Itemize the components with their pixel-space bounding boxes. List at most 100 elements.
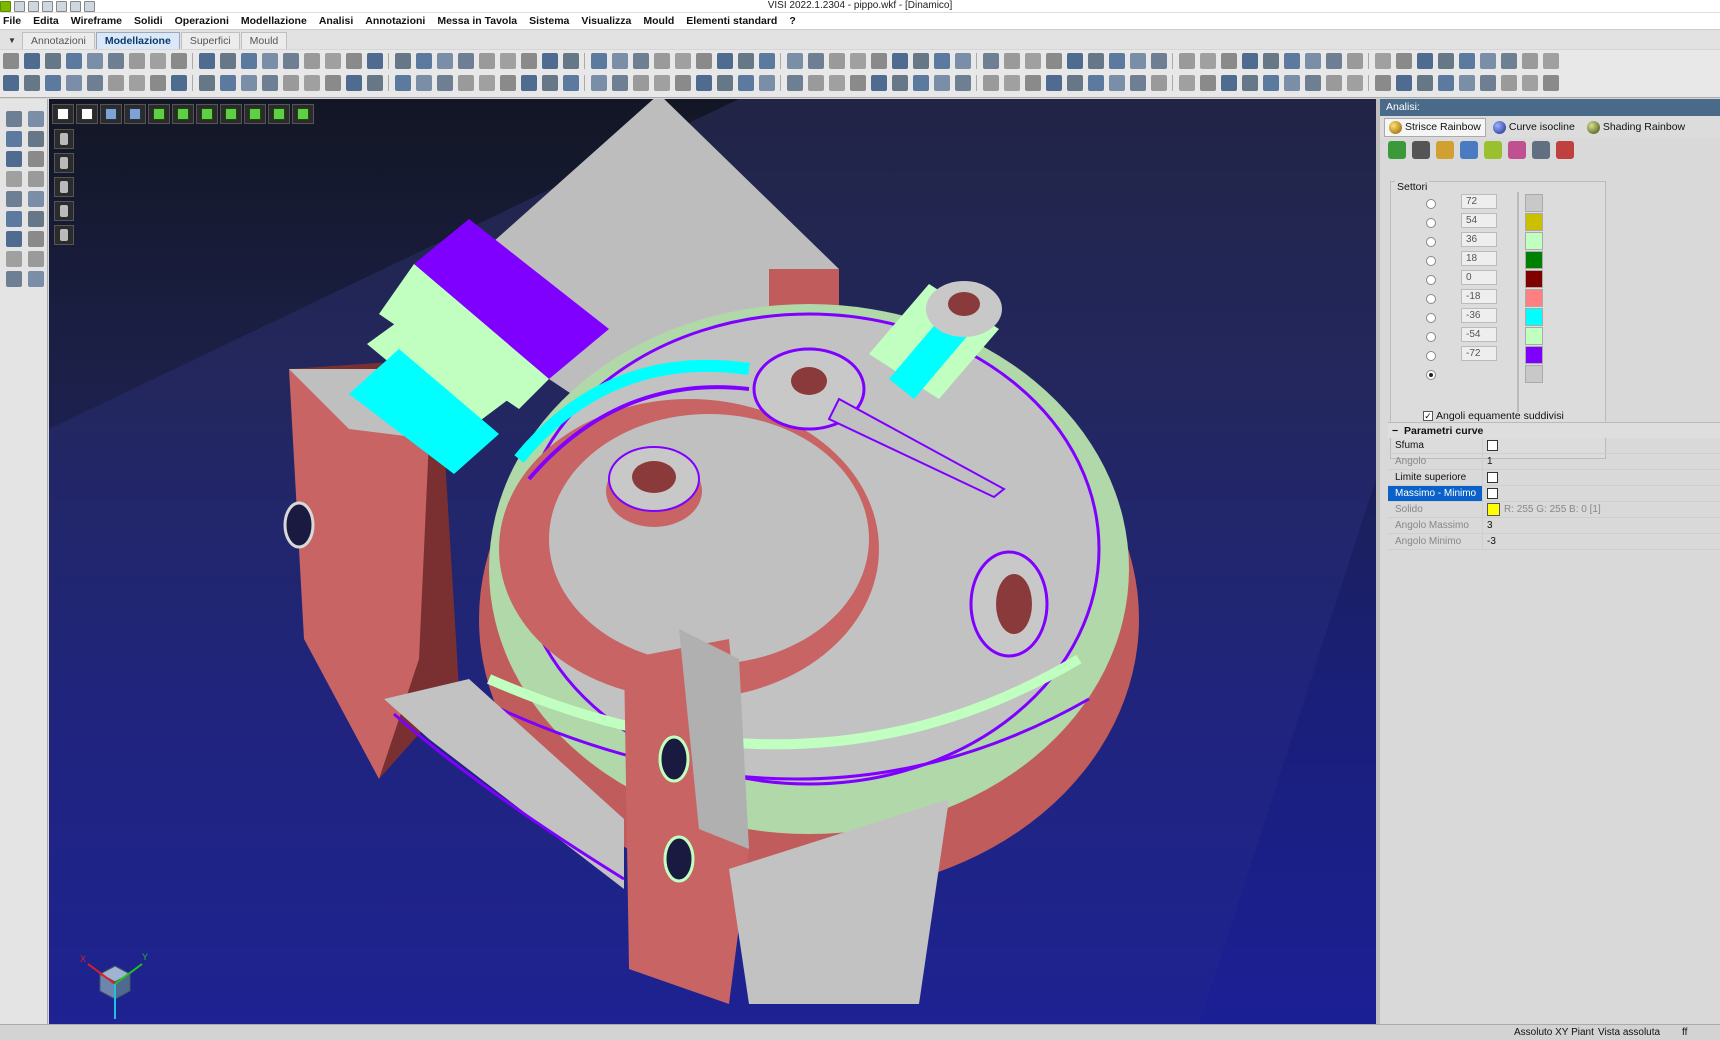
toolbar-tool-icon[interactable] — [66, 53, 82, 69]
tab-superfici[interactable]: Superfici — [180, 32, 240, 49]
sector-angle-field[interactable]: 18 — [1461, 251, 1497, 266]
toolbar-tool-icon[interactable] — [654, 53, 670, 69]
toolbar-tool-icon[interactable] — [955, 75, 971, 91]
sector-radio[interactable] — [1426, 275, 1436, 285]
toolbar-tool-icon[interactable] — [1438, 75, 1454, 91]
toolbar-tool-icon[interactable] — [1522, 75, 1538, 91]
toolbar-tool-icon[interactable] — [612, 53, 628, 69]
pan-button[interactable] — [124, 104, 146, 124]
toolbar-tool-icon[interactable] — [395, 75, 411, 91]
view-cube-3-button[interactable] — [196, 104, 218, 124]
toolbar-tool-icon[interactable] — [66, 75, 82, 91]
layer-1-button[interactable] — [54, 129, 74, 149]
sector-angle-field[interactable]: 54 — [1461, 213, 1497, 228]
toolbar-tool-icon[interactable] — [1543, 53, 1559, 69]
sphere-icon[interactable] — [1532, 141, 1550, 159]
toolbar-tool-icon[interactable] — [1396, 75, 1412, 91]
toolbar-tool-icon[interactable] — [1221, 75, 1237, 91]
menu-modellazione[interactable]: Modellazione — [241, 15, 307, 27]
toolbar-tool-icon[interactable] — [304, 53, 320, 69]
tab-shading-rainbow[interactable]: Shading Rainbow — [1582, 118, 1690, 137]
toolbar-tool-icon[interactable] — [150, 75, 166, 91]
toolbar-tool-icon[interactable] — [892, 53, 908, 69]
sector-radio[interactable] — [1426, 313, 1436, 323]
toolbar-tool-icon[interactable] — [654, 75, 670, 91]
toolbar-tool-icon[interactable] — [1459, 53, 1475, 69]
left-tool-icon[interactable] — [28, 191, 44, 207]
toolbar-tool-icon[interactable] — [850, 53, 866, 69]
toolbar-tool-icon[interactable] — [500, 53, 516, 69]
status-view[interactable]: Vista assoluta — [1598, 1027, 1660, 1038]
toolbar-tool-icon[interactable] — [1130, 53, 1146, 69]
checkbox-icon[interactable]: ✓ — [1423, 411, 1433, 421]
toolbar-tool-icon[interactable] — [808, 75, 824, 91]
sector-angle-field[interactable]: -18 — [1461, 289, 1497, 304]
toolbar-tool-icon[interactable] — [1025, 53, 1041, 69]
settings-icon[interactable] — [1436, 141, 1454, 159]
toolbar-tool-icon[interactable] — [808, 53, 824, 69]
toolbar-tool-icon[interactable] — [1200, 53, 1216, 69]
toolbar-tool-icon[interactable] — [199, 53, 215, 69]
toolbar-tool-icon[interactable] — [1179, 53, 1195, 69]
toolbar-tool-icon[interactable] — [3, 75, 19, 91]
ribbon-dropdown-icon[interactable]: ▼ — [8, 36, 22, 45]
sector-radio[interactable] — [1426, 256, 1436, 266]
toolbar-tool-icon[interactable] — [913, 75, 929, 91]
toolbar-tool-icon[interactable] — [1088, 75, 1104, 91]
toolbar-tool-icon[interactable] — [934, 75, 950, 91]
toolbar-tool-icon[interactable] — [437, 75, 453, 91]
toolbar-tool-icon[interactable] — [129, 75, 145, 91]
toolbar-tool-icon[interactable] — [220, 53, 236, 69]
toolbar-tool-icon[interactable] — [262, 75, 278, 91]
menu-annotazioni[interactable]: Annotazioni — [365, 15, 425, 27]
toolbar-tool-icon[interactable] — [1046, 53, 1062, 69]
view-cube-6-button[interactable] — [268, 104, 290, 124]
toolbar-tool-icon[interactable] — [283, 53, 299, 69]
toolbar-tool-icon[interactable] — [1375, 75, 1391, 91]
toolbar-tool-icon[interactable] — [108, 75, 124, 91]
toolbar-tool-icon[interactable] — [283, 75, 299, 91]
toolbar-tool-icon[interactable] — [416, 75, 432, 91]
toolbar-tool-icon[interactable] — [1151, 53, 1167, 69]
apply-icon[interactable] — [1388, 141, 1406, 159]
sector-radio[interactable] — [1426, 351, 1436, 361]
toolbar-tool-icon[interactable] — [1004, 75, 1020, 91]
toolbar-tool-icon[interactable] — [1130, 75, 1146, 91]
param-value[interactable] — [1483, 470, 1720, 485]
toolbar-tool-icon[interactable] — [983, 75, 999, 91]
toolbar-tool-icon[interactable] — [367, 53, 383, 69]
toolbar-tool-icon[interactable] — [1501, 75, 1517, 91]
toolbar-tool-icon[interactable] — [1284, 53, 1300, 69]
toolbar-tool-icon[interactable] — [675, 53, 691, 69]
sector-color-swatch[interactable] — [1525, 270, 1543, 288]
toolbar-tool-icon[interactable] — [983, 53, 999, 69]
toolbar-tool-icon[interactable] — [787, 75, 803, 91]
view-cube-5-button[interactable] — [244, 104, 266, 124]
refresh-icon[interactable] — [1460, 141, 1478, 159]
left-tool-icon[interactable] — [28, 151, 44, 167]
edit-icon[interactable] — [1556, 141, 1574, 159]
toolbar-tool-icon[interactable] — [108, 53, 124, 69]
menu-elementi-standard[interactable]: Elementi standard — [686, 15, 777, 27]
toolbar-tool-icon[interactable] — [171, 53, 187, 69]
toolbar-tool-icon[interactable] — [829, 75, 845, 91]
toolbar-tool-icon[interactable] — [395, 53, 411, 69]
toolbar-tool-icon[interactable] — [437, 53, 453, 69]
toolbar-tool-icon[interactable] — [563, 75, 579, 91]
toolbar-tool-icon[interactable] — [1347, 53, 1363, 69]
toolbar-tool-icon[interactable] — [955, 53, 971, 69]
sector-color-swatch[interactable] — [1525, 232, 1543, 250]
sector-radio[interactable] — [1426, 294, 1436, 304]
sector-radio[interactable] — [1426, 332, 1436, 342]
3d-viewport[interactable] — [49, 99, 1376, 1024]
toolbar-tool-icon[interactable] — [1242, 75, 1258, 91]
param-checkbox[interactable] — [1487, 440, 1498, 451]
sector-angle-field[interactable]: -72 — [1461, 346, 1497, 361]
zoom-button[interactable] — [100, 104, 122, 124]
toolbar-tool-icon[interactable] — [346, 75, 362, 91]
toolbar-tool-icon[interactable] — [346, 53, 362, 69]
toolbar-tool-icon[interactable] — [787, 53, 803, 69]
toolbar-tool-icon[interactable] — [542, 75, 558, 91]
view-menu-button[interactable] — [52, 104, 74, 124]
left-tool-icon[interactable] — [6, 251, 22, 267]
